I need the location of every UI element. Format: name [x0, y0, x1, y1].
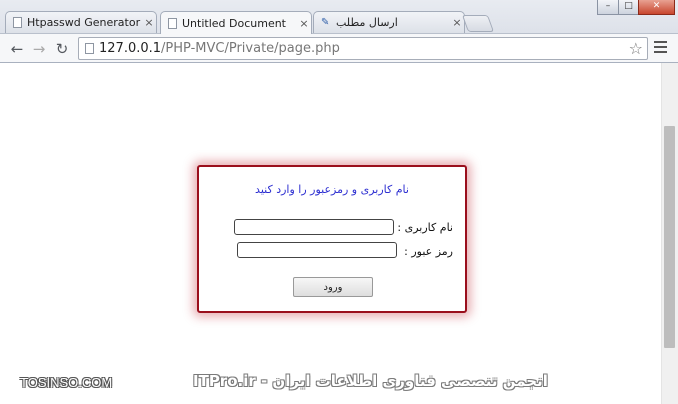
close-tab-icon[interactable]: ×: [142, 16, 156, 29]
back-icon[interactable]: ←: [8, 40, 26, 58]
new-tab-button[interactable]: [461, 15, 495, 32]
scrollbar-thumb[interactable]: [664, 126, 675, 348]
watermark-tosinso: TOSINSO.COM: [20, 375, 113, 390]
bookmark-star-icon[interactable]: ☆: [629, 39, 643, 58]
close-tab-icon[interactable]: ×: [450, 16, 464, 29]
reload-icon[interactable]: ↻: [53, 40, 71, 58]
toolbar: ← → ↻ 127.0.0.1/PHP-MVC/Private/page.php…: [0, 33, 678, 62]
close-tab-icon[interactable]: ×: [297, 17, 311, 30]
password-input[interactable]: [237, 242, 397, 258]
maximize-button[interactable]: □: [618, 0, 639, 15]
quill-icon: ✎: [321, 17, 330, 28]
url-host: 127.0.0.1: [99, 41, 162, 56]
page-icon: [85, 43, 94, 54]
minimize-button[interactable]: –: [597, 0, 619, 15]
page-icon: [13, 17, 22, 28]
login-title: نام کاربری و رمزعبور را وارد کنید: [255, 183, 409, 196]
url-text: 127.0.0.1/PHP-MVC/Private/page.php: [99, 41, 340, 56]
password-label: رمز عبور :: [404, 245, 453, 258]
page-icon: [168, 17, 177, 29]
browser-chrome: Htpasswd Generator - Cre × Untitled Docu…: [0, 0, 678, 63]
tab-htpasswd-generator[interactable]: Htpasswd Generator - Cre ×: [5, 11, 157, 33]
menu-icon[interactable]: [654, 41, 667, 54]
username-input[interactable]: [234, 219, 394, 235]
watermark-itpro: ITPro.ir - انجمن تنصصی فناوری اطلاعات ای…: [193, 372, 548, 390]
tab-label: ارسال مطلب: [336, 16, 398, 29]
close-window-button[interactable]: ✕: [638, 0, 675, 15]
tab-label: Htpasswd Generator - Cre: [27, 16, 142, 29]
vertical-scrollbar[interactable]: [661, 63, 678, 404]
login-button[interactable]: ورود: [293, 277, 373, 297]
address-bar[interactable]: 127.0.0.1/PHP-MVC/Private/page.php ☆: [78, 37, 648, 60]
forward-icon[interactable]: →: [30, 40, 48, 58]
login-form: نام کاربری و رمزعبور را وارد کنید نام کا…: [197, 165, 467, 313]
username-label: نام کاربری :: [397, 221, 453, 234]
tab-send-post[interactable]: ✎ ارسال مطلب ×: [313, 11, 465, 33]
tab-label: Untitled Document: [182, 16, 286, 30]
page-viewport: نام کاربری و رمزعبور را وارد کنید نام کا…: [0, 63, 661, 404]
tab-untitled-document[interactable]: Untitled Document ×: [160, 11, 312, 34]
url-path: /PHP-MVC/Private/page.php: [161, 41, 340, 56]
